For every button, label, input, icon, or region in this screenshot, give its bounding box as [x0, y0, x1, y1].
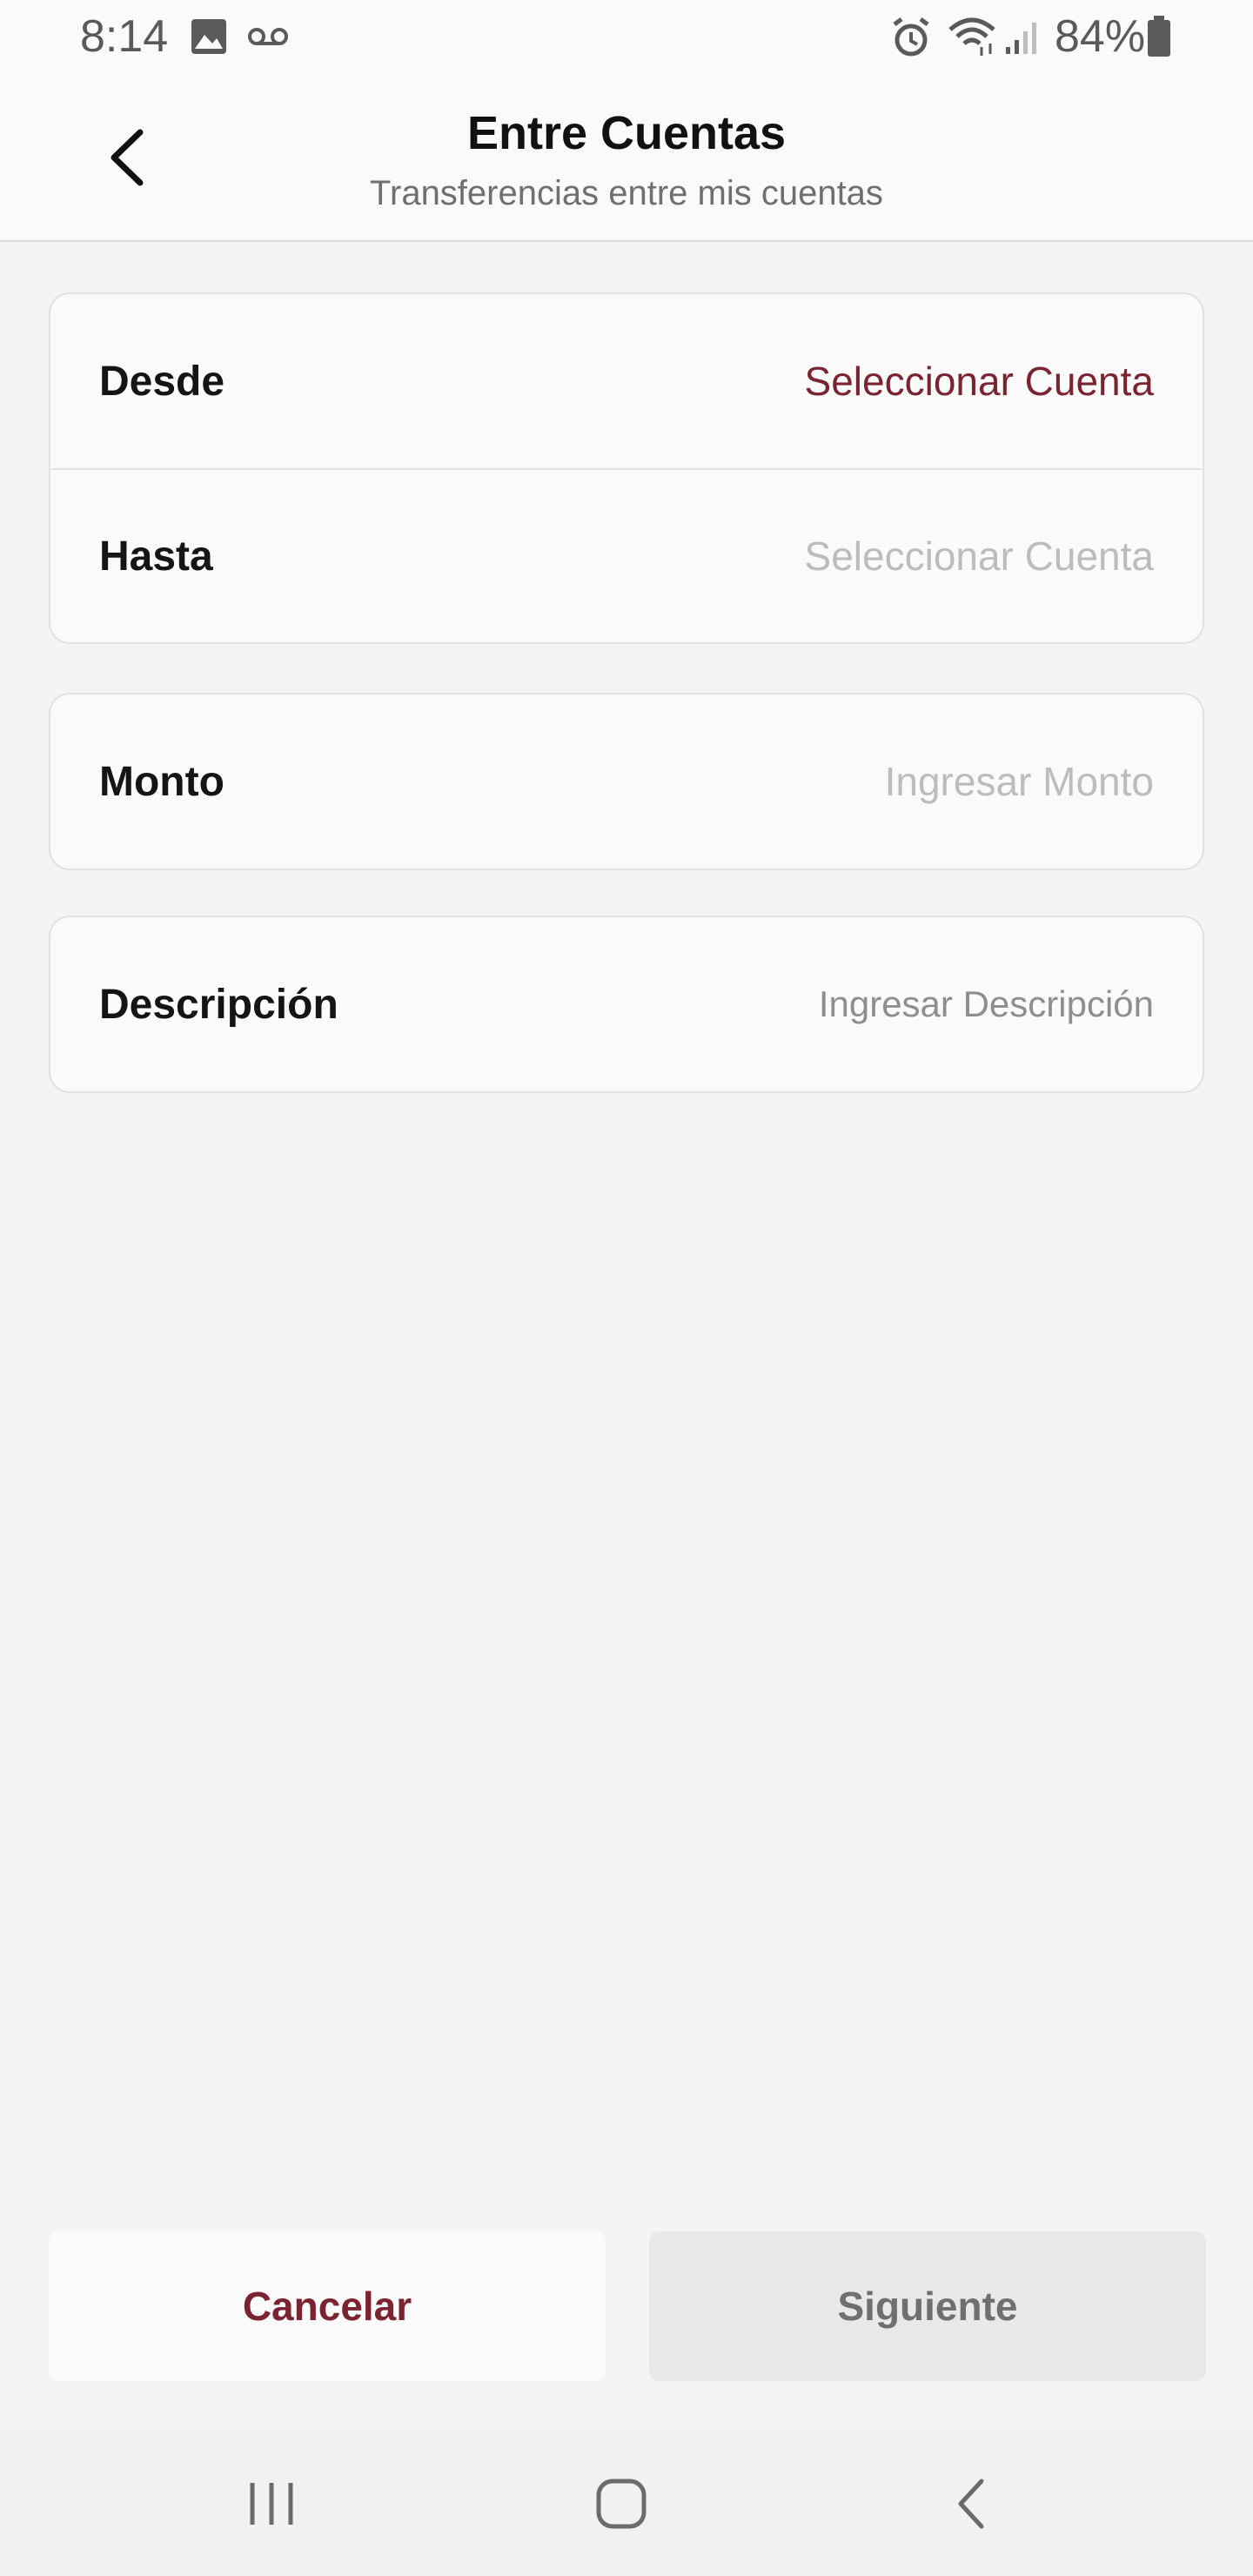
image-icon	[191, 19, 226, 54]
accounts-card: Desde Seleccionar Cuenta Hasta Seleccion…	[49, 292, 1204, 644]
amount-label: Monto	[99, 758, 224, 805]
battery-percentage: 84%	[1055, 11, 1146, 62]
from-account-row[interactable]: Desde Seleccionar Cuenta	[50, 294, 1203, 468]
battery-icon	[1148, 16, 1170, 57]
status-bar: 8:14 84%	[0, 0, 1253, 73]
to-account-row[interactable]: Hasta Seleccionar Cuenta	[50, 468, 1203, 642]
home-icon	[596, 2479, 647, 2529]
description-row[interactable]: Descripción Ingresar Descripción	[50, 917, 1203, 1091]
description-input[interactable]: Ingresar Descripción	[819, 983, 1154, 1025]
from-label: Desde	[99, 358, 225, 405]
page-title: Entre Cuentas	[466, 107, 787, 159]
home-button[interactable]	[578, 2465, 665, 2543]
back-icon	[958, 2479, 984, 2529]
amount-card: Monto Ingresar Monto	[49, 693, 1204, 870]
amount-input[interactable]: Ingresar Monto	[885, 758, 1154, 805]
amount-row[interactable]: Monto Ingresar Monto	[50, 694, 1203, 869]
alarm-icon	[893, 17, 929, 57]
signal-icon	[1006, 23, 1036, 54]
cancel-button[interactable]: Cancelar	[49, 2231, 606, 2381]
recent-apps-icon	[250, 2483, 293, 2525]
from-account-select[interactable]: Seleccionar Cuenta	[805, 358, 1154, 405]
voicemail-icon	[248, 28, 288, 45]
page-subtitle: Transferencias entre mis cuentas	[370, 174, 883, 212]
system-back-button[interactable]	[928, 2465, 1015, 2543]
description-card: Descripción Ingresar Descripción	[49, 916, 1204, 1093]
wifi-icon	[948, 17, 995, 56]
status-time: 8:14	[80, 11, 169, 62]
next-button[interactable]: Siguiente	[649, 2231, 1206, 2381]
to-label: Hasta	[99, 533, 213, 580]
recent-apps-button[interactable]	[228, 2465, 315, 2543]
description-label: Descripción	[99, 981, 338, 1028]
system-nav-bar	[0, 2430, 1253, 2576]
to-account-select[interactable]: Seleccionar Cuenta	[805, 533, 1154, 580]
